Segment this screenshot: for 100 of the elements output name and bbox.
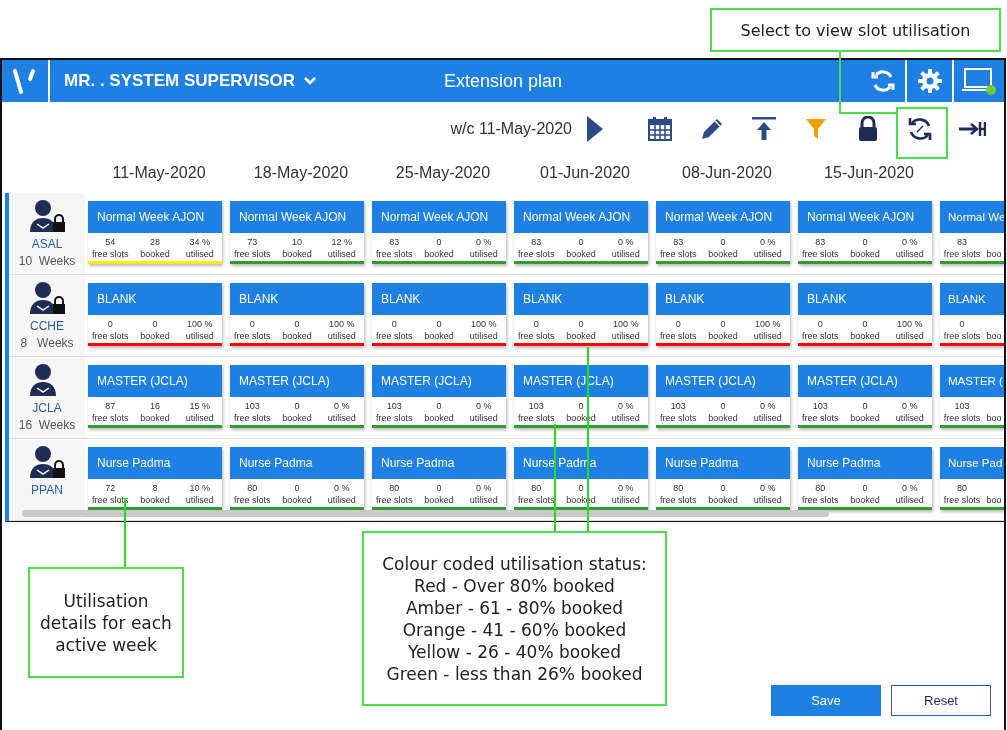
week-card[interactable]: Normal Week AJON 73 free slots 10 booked 12 % utilised bbox=[230, 201, 364, 264]
card-title: MASTER (JCLA) bbox=[239, 374, 330, 388]
stat-label: utilised bbox=[469, 412, 498, 424]
week-date: 01-Jun-2020 bbox=[539, 164, 631, 182]
week-card[interactable]: Nurse Padma 80 free slots 0 booked 0 % utilised bbox=[798, 447, 932, 510]
week-card[interactable]: Normal Week AJON 83 free slots 0 booked 0 % utilised bbox=[514, 201, 648, 264]
stat-value: 100 % bbox=[186, 318, 213, 330]
stat-value: 0 bbox=[675, 318, 681, 330]
stat-value: 0 bbox=[436, 318, 442, 330]
week-card[interactable]: Normal We 83 free slots boo bbox=[940, 201, 1004, 264]
stat-value: 100 % bbox=[754, 318, 781, 330]
stat-label: utilised bbox=[611, 248, 640, 260]
stat-label: free slots bbox=[234, 330, 271, 342]
card-title: Nurse Padma bbox=[97, 456, 171, 470]
week-card[interactable]: BLANK 0 free slots 0 booked 100 % utilised bbox=[514, 283, 648, 346]
card-title: BLANK bbox=[665, 292, 705, 306]
week-card[interactable]: MASTER (JCLA) 103 free slots 0 booked 0 % utilised bbox=[798, 365, 932, 428]
stat-label: utilised bbox=[185, 412, 214, 424]
stat-value: 83 bbox=[389, 236, 400, 248]
stat-label: boo bbox=[986, 248, 1002, 260]
week-card[interactable]: BLANK 0 free slots boo bbox=[940, 283, 1004, 346]
week-card[interactable]: Nurse Pad 80 free slots boo bbox=[940, 447, 1004, 510]
stat-label: booked bbox=[140, 494, 170, 506]
stat-label: boo bbox=[986, 330, 1002, 342]
week-card[interactable]: BLANK 0 free slots 0 booked 100 % utilised bbox=[798, 283, 932, 346]
stat-value: 80 bbox=[673, 482, 684, 494]
stat-value: 80 bbox=[957, 482, 967, 494]
week-card[interactable]: BLANK 0 free slots 0 booked 100 % utilised bbox=[656, 283, 790, 346]
stat-value: 0 % bbox=[475, 236, 492, 248]
week-card[interactable]: Nurse Padma 80 free slots 0 booked 0 % utilised bbox=[230, 447, 364, 510]
week-card[interactable]: Normal Week AJON 83 free slots 0 booked 0 % utilised bbox=[656, 201, 790, 264]
week-card[interactable]: Nurse Padma 80 free slots 0 booked 0 % utilised bbox=[372, 447, 506, 510]
stat-label: free slots bbox=[234, 494, 271, 506]
week-card[interactable]: MASTER (JCLA) 103 free slots 0 booked 0 % utilised bbox=[656, 365, 790, 428]
week-date: 18-May-2020 bbox=[252, 164, 350, 182]
leader-line bbox=[839, 51, 898, 114]
staff-link[interactable]: CCHE bbox=[30, 319, 64, 333]
stat-label: utilised bbox=[611, 494, 640, 506]
stat-label: utilised bbox=[895, 412, 924, 424]
week-card[interactable]: BLANK 0 free slots 0 booked 100 % utilised bbox=[88, 283, 222, 346]
laptop-icon[interactable] bbox=[961, 66, 997, 96]
week-card[interactable]: MASTER (JCLA) 87 free slots 16 booked 15 % utilised bbox=[88, 365, 222, 428]
week-card[interactable]: Normal Week AJON 54 free slots 28 booked 34 % utilised bbox=[88, 201, 222, 264]
stat-value: 0 bbox=[436, 482, 442, 494]
stat-value: 0 bbox=[578, 482, 584, 494]
card-title: Normal Week AJON bbox=[239, 210, 347, 224]
stat-label: booked bbox=[282, 248, 312, 260]
stat-value: 12 % bbox=[331, 236, 352, 248]
stat-value: 10 % bbox=[189, 482, 210, 494]
reset-button[interactable]: Reset bbox=[891, 685, 991, 716]
stat-label: free slots bbox=[802, 330, 839, 342]
refresh-icon[interactable] bbox=[869, 68, 896, 94]
stat-label: utilised bbox=[895, 248, 924, 260]
stat-value: 0 % bbox=[759, 236, 776, 248]
highlight-frame bbox=[896, 107, 948, 159]
stat-value: 103 bbox=[670, 400, 686, 412]
stat-label: booked bbox=[850, 248, 880, 260]
stat-value: 83 bbox=[673, 236, 684, 248]
staff-link[interactable]: JCLA bbox=[32, 401, 62, 415]
stat-value: 0 % bbox=[617, 236, 634, 248]
stat-value: 83 bbox=[531, 236, 542, 248]
staff-link[interactable]: ASAL bbox=[31, 237, 63, 251]
stat-value: 0 % bbox=[901, 482, 918, 494]
week-card[interactable]: MASTER ( 103 free slots boo bbox=[940, 365, 1004, 428]
stat-value: 80 bbox=[531, 482, 542, 494]
stat-label: utilised bbox=[611, 330, 640, 342]
card-title: Nurse Padma bbox=[239, 456, 313, 470]
stat-label: booked bbox=[140, 412, 170, 424]
leader-line bbox=[124, 497, 126, 568]
stat-label: free slots bbox=[92, 330, 129, 342]
stat-label: utilised bbox=[185, 330, 214, 342]
stat-label: free slots bbox=[802, 412, 839, 424]
chevron-down-icon[interactable] bbox=[303, 76, 318, 86]
week-card[interactable]: Nurse Padma 80 free slots 0 booked 0 % utilised bbox=[656, 447, 790, 510]
week-card[interactable]: Normal Week AJON 83 free slots 0 booked 0 % utilised bbox=[798, 201, 932, 264]
week-card[interactable]: BLANK 0 free slots 0 booked 100 % utilised bbox=[372, 283, 506, 346]
stat-value: 0 % bbox=[901, 400, 918, 412]
card-title: MASTER (JCLA) bbox=[807, 374, 898, 388]
stat-value: 0 bbox=[294, 482, 300, 494]
week-card[interactable]: Normal Week AJON 83 free slots 0 booked 0 % utilised bbox=[372, 201, 506, 264]
next-week-icon[interactable] bbox=[586, 114, 604, 143]
week-card[interactable]: MASTER (JCLA) 103 free slots 0 booked 0 % utilised bbox=[230, 365, 364, 428]
save-button[interactable]: Save bbox=[771, 685, 881, 716]
logo-icon[interactable] bbox=[13, 68, 37, 94]
stat-label: free slots bbox=[518, 248, 555, 260]
week-card[interactable]: BLANK 0 free slots 0 booked 100 % utilised bbox=[230, 283, 364, 346]
card-title: BLANK bbox=[381, 292, 421, 306]
scrollbar[interactable] bbox=[22, 510, 829, 517]
week-card[interactable]: MASTER (JCLA) 103 free slots 0 booked 0 % utilised bbox=[372, 365, 506, 428]
stat-value: 0 bbox=[862, 236, 868, 248]
stat-value: 10 bbox=[292, 236, 302, 248]
stat-label: utilised bbox=[327, 412, 356, 424]
card-title: BLANK bbox=[948, 293, 986, 305]
staff-link[interactable]: PPAN bbox=[31, 483, 63, 497]
stat-value: 80 bbox=[815, 482, 826, 494]
settings-icon[interactable] bbox=[916, 68, 943, 94]
stat-label: utilised bbox=[611, 412, 640, 424]
card-title: BLANK bbox=[523, 292, 563, 306]
stat-label: free slots bbox=[376, 494, 413, 506]
stat-label: utilised bbox=[753, 494, 782, 506]
